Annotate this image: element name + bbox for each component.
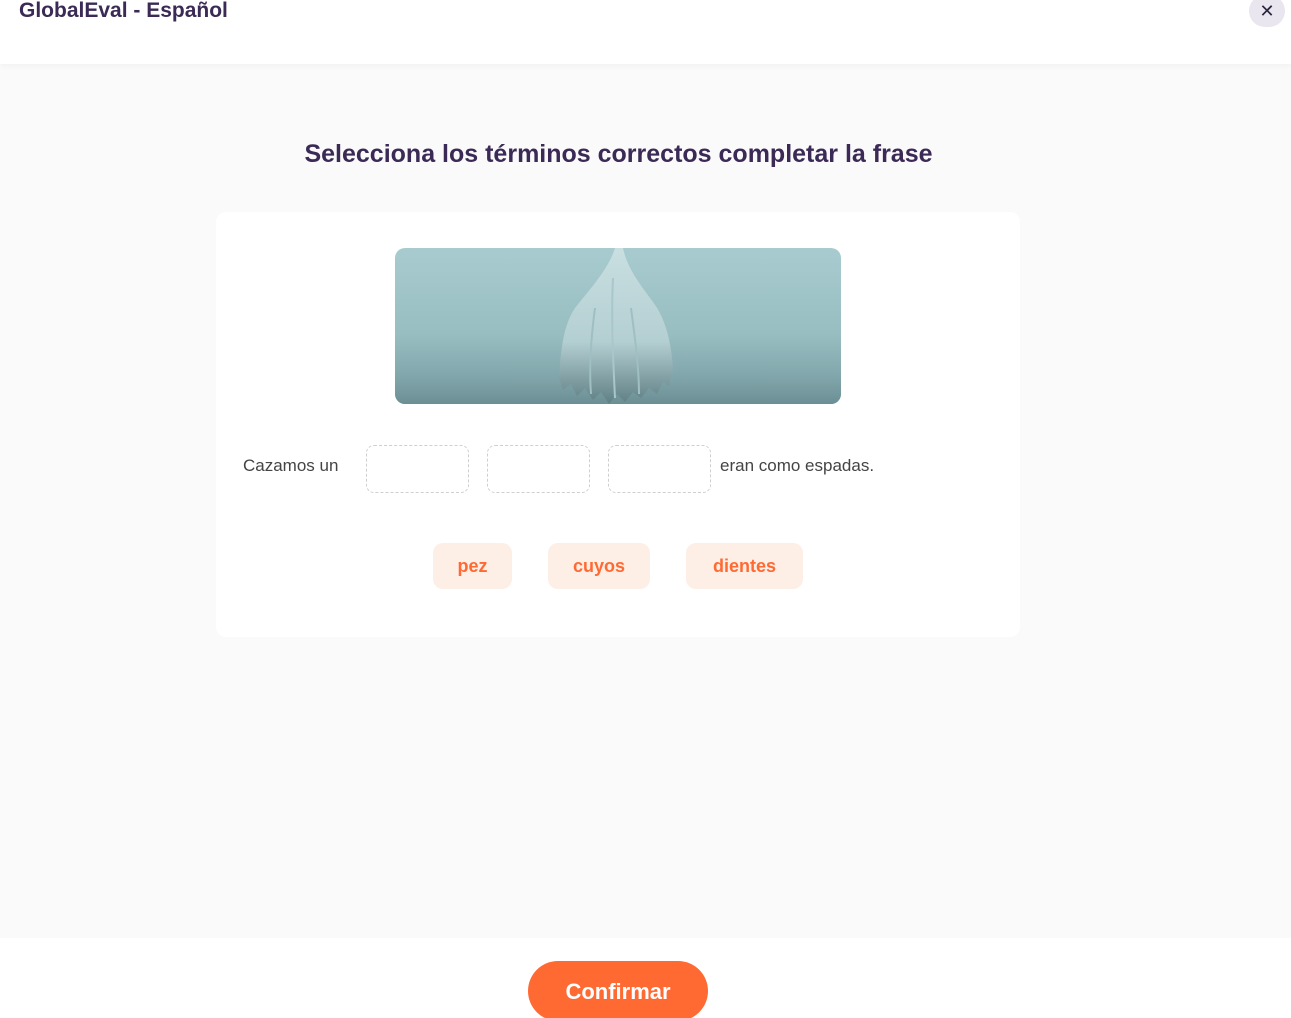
- confirm-button[interactable]: Confirmar: [528, 961, 708, 1018]
- blank-slot-3[interactable]: [608, 445, 711, 493]
- footer-bar: Confirmar: [0, 938, 1291, 1018]
- option-chip-pez[interactable]: pez: [433, 543, 512, 589]
- question-card: Cazamos un eran como espadas. pez cuyos …: [216, 212, 1020, 637]
- ghost-photo: [395, 248, 841, 404]
- question-prompt: Selecciona los términos correctos comple…: [304, 140, 933, 168]
- option-chip-dientes[interactable]: dientes: [686, 543, 803, 589]
- blank-slot-2[interactable]: [487, 445, 590, 493]
- top-bar: GlobalEval - Español ✕: [0, 0, 1291, 64]
- sentence-end: eran como espadas.: [720, 456, 875, 475]
- close-icon: ✕: [1259, 0, 1275, 21]
- close-button[interactable]: ✕: [1249, 0, 1285, 27]
- option-chip-cuyos[interactable]: cuyos: [548, 543, 650, 589]
- question-image: [395, 248, 841, 404]
- blank-slot-1[interactable]: [366, 445, 469, 493]
- app-title: GlobalEval - Español: [19, 0, 228, 22]
- sentence-start: Cazamos un: [243, 456, 339, 475]
